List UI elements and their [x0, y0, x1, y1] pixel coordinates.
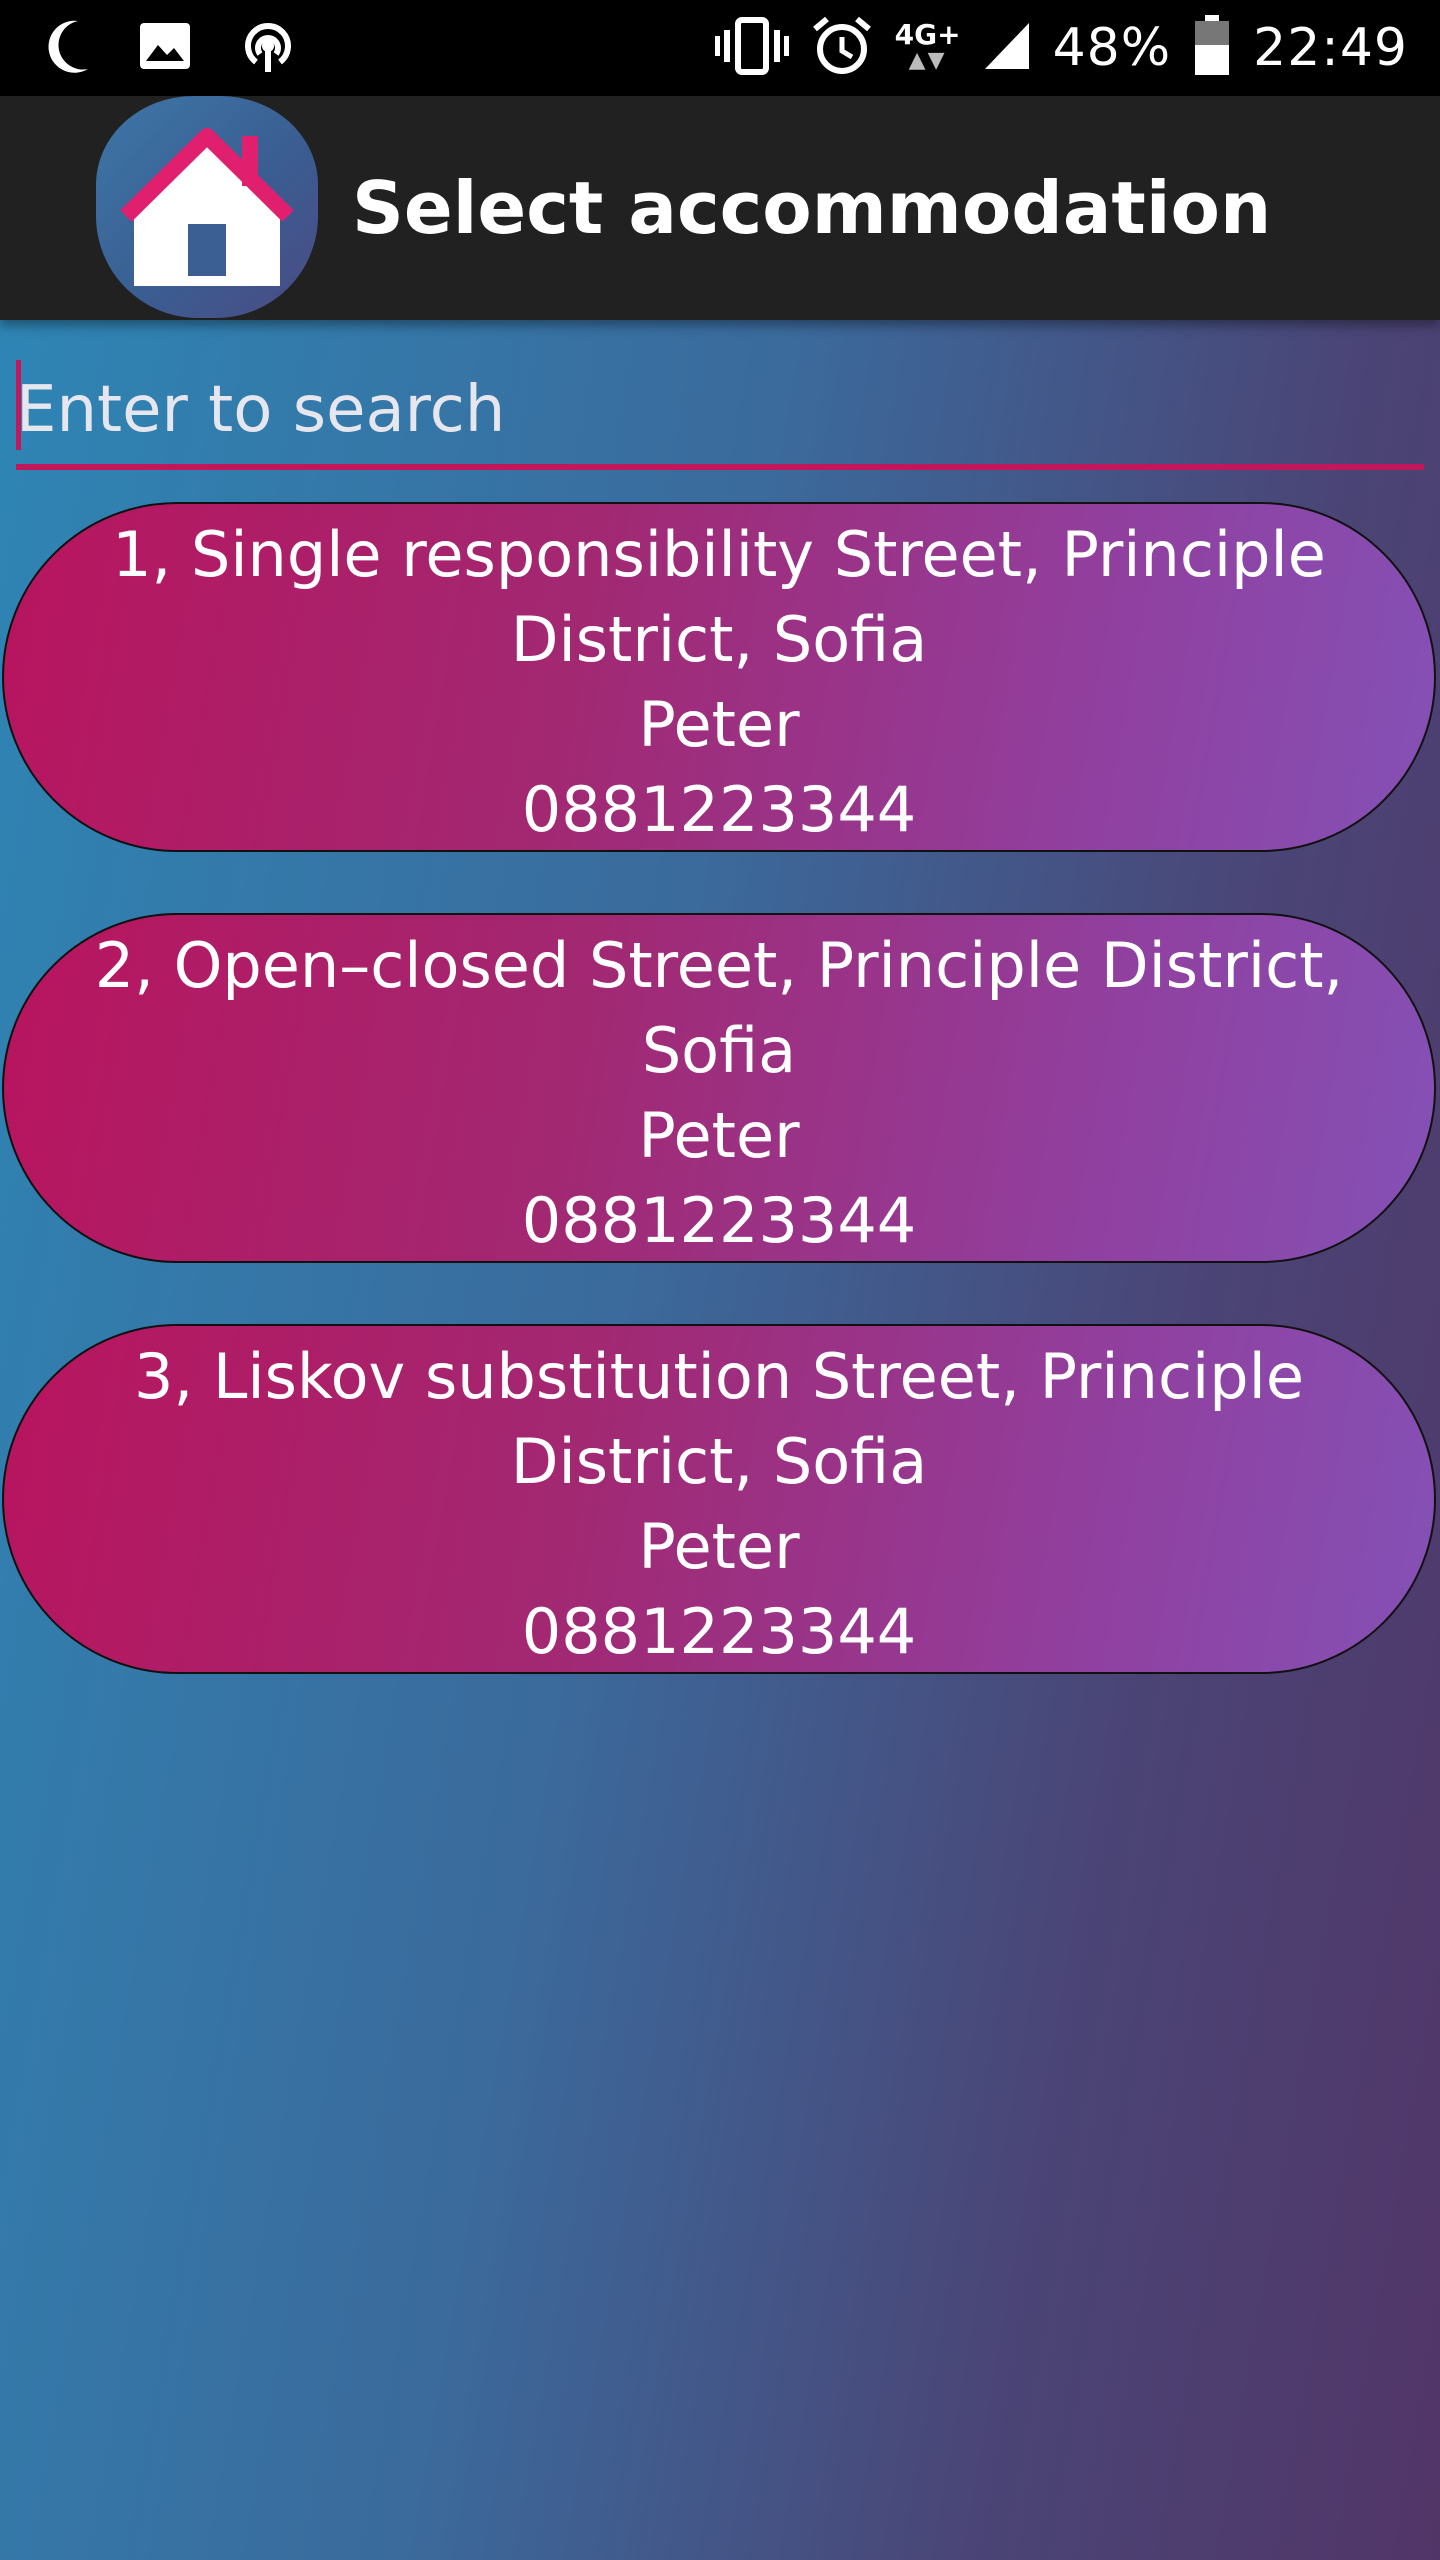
- status-bar-right: 4G+ ▲▼ 48% 22:49: [714, 14, 1408, 82]
- accommodation-phone: 0881223344: [521, 1595, 917, 1668]
- accommodation-card-1[interactable]: 1, Single responsibility Street, Princip…: [2, 502, 1436, 852]
- accommodation-card-3[interactable]: 3, Liskov substitution Street, Principle…: [2, 1324, 1436, 1674]
- hotspot-icon: [238, 16, 298, 80]
- accommodation-address: 1, Single responsibility Street, Princip…: [112, 518, 1326, 676]
- clock-time: 22:49: [1253, 18, 1408, 78]
- accommodation-host-name: Peter: [638, 1510, 800, 1583]
- accommodation-address: 2, Open–closed Street, Principle Distric…: [94, 929, 1344, 1087]
- text-cursor: [16, 360, 21, 450]
- vibrate-icon: [714, 16, 789, 80]
- battery-percent: 48%: [1052, 18, 1172, 78]
- app-screen: 4G+ ▲▼ 48% 22:49 Select accommodation En…: [0, 0, 1440, 2560]
- house-icon: [96, 96, 318, 318]
- app-toolbar: Select accommodation: [0, 96, 1440, 320]
- search-field[interactable]: [16, 356, 1424, 474]
- accommodation-host-name: Peter: [638, 688, 800, 761]
- image-icon: [138, 21, 192, 75]
- accommodation-address: 3, Liskov substitution Street, Principle…: [134, 1340, 1304, 1498]
- search-input[interactable]: [16, 356, 1424, 464]
- page-title: Select accommodation: [352, 166, 1272, 250]
- accommodation-phone: 0881223344: [521, 773, 917, 846]
- accommodation-phone: 0881223344: [521, 1184, 917, 1257]
- alarm-icon: [811, 15, 873, 81]
- search-underline: [16, 464, 1424, 470]
- battery-icon: [1193, 15, 1231, 81]
- accommodation-card-2[interactable]: 2, Open–closed Street, Principle Distric…: [2, 913, 1436, 1263]
- network-type-label: 4G+: [894, 18, 961, 51]
- status-bar-left: [48, 14, 298, 82]
- status-bar: 4G+ ▲▼ 48% 22:49: [0, 0, 1440, 96]
- accommodation-host-name: Peter: [638, 1099, 800, 1172]
- signal-icon: [983, 21, 1031, 75]
- moon-icon: [48, 17, 92, 79]
- network-4g-icon: 4G+ ▲▼: [894, 18, 961, 74]
